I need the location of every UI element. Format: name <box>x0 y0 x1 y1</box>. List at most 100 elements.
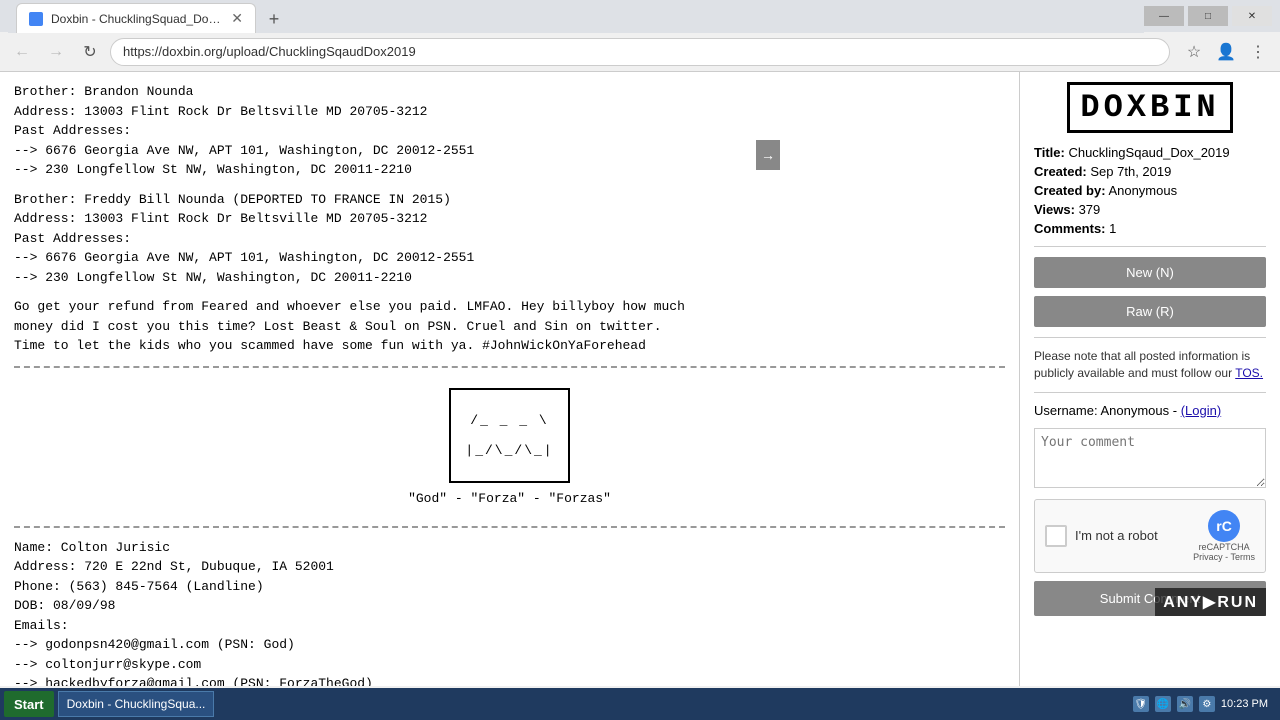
sidebar-collapse-button[interactable]: → <box>756 140 780 170</box>
brother1-line2: Address: 13003 Flint Rock Dr Beltsville … <box>14 102 1005 122</box>
public-note: Please note that all posted information … <box>1034 348 1266 382</box>
brother1-line4: --> 6676 Georgia Ave NW, APT 101, Washin… <box>14 141 1005 161</box>
close-button[interactable]: ✕ <box>1232 6 1272 26</box>
tab-title: Doxbin - ChucklingSquad_Dox_2019 <box>51 12 223 26</box>
message-line1: Go get your refund from Feared and whoev… <box>14 297 1005 317</box>
bookmark-button[interactable]: ☆ <box>1180 38 1208 66</box>
username-value: Anonymous <box>1100 403 1169 418</box>
bottom-divider <box>14 526 1005 528</box>
tab-close-button[interactable]: ✕ <box>231 10 243 27</box>
person-section: Name: Colton Jurisic Address: 720 E 22nd… <box>14 538 1005 687</box>
brother2-line3: Past Addresses: <box>14 229 1005 249</box>
maximize-button[interactable]: □ <box>1188 6 1228 26</box>
brother2-line4: --> 6676 Georgia Ave NW, APT 101, Washin… <box>14 248 1005 268</box>
brother2-line2: Address: 13003 Flint Rock Dr Beltsville … <box>14 209 1005 229</box>
submit-comment-button[interactable]: Submit Comment <box>1034 581 1266 616</box>
doxbin-logo: DOXBIN <box>1067 82 1232 133</box>
views-row: Views: 379 <box>1034 202 1266 217</box>
brother1-line5: --> 230 Longfellow St NW, Washington, DC… <box>14 160 1005 180</box>
person-line2: Phone: (563) 845-7564 (Landline) <box>14 577 1005 597</box>
ascii-art-box: /_ _ _ \ |_/\_/\_| <box>449 388 569 483</box>
recaptcha-widget[interactable]: I'm not a robot rC reCAPTCHA Privacy - T… <box>1034 499 1266 573</box>
created-label: Created: <box>1034 164 1087 179</box>
created-by-label: Created by: <box>1034 183 1106 198</box>
person-line3: DOB: 08/09/98 <box>14 596 1005 616</box>
system-clock: 10:23 PM <box>1221 698 1268 710</box>
ascii-label: "God" - "Forza" - "Forzas" <box>408 491 611 506</box>
more-options-button[interactable]: ⋮ <box>1244 38 1272 66</box>
back-button[interactable]: ← <box>8 38 36 66</box>
recaptcha-label: I'm not a robot <box>1075 528 1185 543</box>
brother1-section: Brother: Brandon Nounda Address: 13003 F… <box>14 82 1005 180</box>
meta-divider <box>1034 246 1266 247</box>
person-line7: --> hackedbyforza@gmail.com (PSN: ForzaT… <box>14 674 1005 686</box>
message-line2: money did I cost you this time? Lost Bea… <box>14 317 1005 337</box>
taskbar: Start Doxbin - ChucklingSqua... 🛡 🌐 🔊 ⚙ … <box>0 688 1280 720</box>
recaptcha-privacy: Privacy - Terms <box>1193 552 1255 562</box>
login-link[interactable]: (Login) <box>1181 403 1221 418</box>
title-value: ChucklingSqaud_Dox_2019 <box>1068 145 1229 160</box>
tray-icon-network: 🌐 <box>1155 696 1171 712</box>
recaptcha-logo-image: rC <box>1208 510 1240 542</box>
tab-favicon <box>29 12 43 26</box>
sidebar: DOXBIN Title: ChucklingSqaud_Dox_2019 Cr… <box>1020 72 1280 686</box>
brother2-line5: --> 230 Longfellow St NW, Washington, DC… <box>14 268 1005 288</box>
navigation-bar: ← → ↻ ☆ 👤 ⋮ <box>0 32 1280 72</box>
note-divider <box>1034 392 1266 393</box>
brother1-line3: Past Addresses: <box>14 121 1005 141</box>
profile-button[interactable]: 👤 <box>1212 38 1240 66</box>
browser-content: → Brother: Brandon Nounda Address: 13003… <box>0 72 1280 686</box>
document-metadata: Title: ChucklingSqaud_Dox_2019 Created: … <box>1034 145 1266 236</box>
comments-row: Comments: 1 <box>1034 221 1266 236</box>
raw-button[interactable]: Raw (R) <box>1034 296 1266 327</box>
new-tab-button[interactable]: + <box>260 5 288 33</box>
created-value: Sep 7th, 2019 <box>1090 164 1171 179</box>
forward-button[interactable]: → <box>42 38 70 66</box>
active-tab[interactable]: Doxbin - ChucklingSquad_Dox_2019 ✕ <box>16 3 256 33</box>
created-by-row: Created by: Anonymous <box>1034 183 1266 198</box>
person-line1: Address: 720 E 22nd St, Dubuque, IA 5200… <box>14 557 1005 577</box>
views-value: 379 <box>1079 202 1101 217</box>
recaptcha-brand: reCAPTCHA <box>1199 542 1250 552</box>
address-bar[interactable] <box>110 38 1170 66</box>
message-section: Go get your refund from Feared and whoev… <box>14 297 1005 356</box>
person-line6: --> coltonjurr@skype.com <box>14 655 1005 675</box>
recaptcha-logo: rC reCAPTCHA Privacy - Terms <box>1193 510 1255 562</box>
top-divider <box>14 366 1005 368</box>
comment-textarea[interactable] <box>1034 428 1266 488</box>
logo-container: DOXBIN <box>1034 82 1266 133</box>
title-row: Title: ChucklingSqaud_Dox_2019 <box>1034 145 1266 160</box>
username-label: Username: <box>1034 403 1098 418</box>
brother2-section: Brother: Freddy Bill Nounda (DEPORTED TO… <box>14 190 1005 288</box>
system-tray: 🛡 🌐 🔊 ⚙ 10:23 PM <box>1125 696 1276 712</box>
start-button[interactable]: Start <box>4 691 54 717</box>
username-row: Username: Anonymous - (Login) <box>1034 403 1266 418</box>
new-button[interactable]: New (N) <box>1034 257 1266 288</box>
brother1-line1: Brother: Brandon Nounda <box>14 82 1005 102</box>
recaptcha-checkbox[interactable] <box>1045 525 1067 547</box>
btn-divider <box>1034 337 1266 338</box>
message-line3: Time to let the kids who you scammed hav… <box>14 336 1005 356</box>
views-label: Views: <box>1034 202 1075 217</box>
refresh-button[interactable]: ↻ <box>76 38 104 66</box>
created-row: Created: Sep 7th, 2019 <box>1034 164 1266 179</box>
note-text: Please note that all posted information … <box>1034 349 1250 380</box>
tray-icon-misc: ⚙ <box>1199 696 1215 712</box>
main-content-area: Brother: Brandon Nounda Address: 13003 F… <box>0 72 1020 686</box>
brother2-line1: Brother: Freddy Bill Nounda (DEPORTED TO… <box>14 190 1005 210</box>
ascii-art-section: /_ _ _ \ |_/\_/\_| "God" - "Forza" - "Fo… <box>14 378 1005 516</box>
tray-icon-security: 🛡 <box>1133 696 1149 712</box>
title-bar: Doxbin - ChucklingSquad_Dox_2019 ✕ + — □… <box>0 0 1280 32</box>
person-line4: Emails: <box>14 616 1005 636</box>
title-label: Title: <box>1034 145 1065 160</box>
taskbar-items: Doxbin - ChucklingSqua... <box>58 691 1125 717</box>
person-line0: Name: Colton Jurisic <box>14 538 1005 558</box>
tray-icon-volume: 🔊 <box>1177 696 1193 712</box>
window-controls: — □ ✕ <box>1144 6 1272 26</box>
comments-label: Comments: <box>1034 221 1106 236</box>
person-line5: --> godonpsn420@gmail.com (PSN: God) <box>14 635 1005 655</box>
minimize-button[interactable]: — <box>1144 6 1184 26</box>
created-by-value: Anonymous <box>1108 183 1177 198</box>
tos-link[interactable]: TOS. <box>1235 366 1263 380</box>
taskbar-window-item[interactable]: Doxbin - ChucklingSqua... <box>58 691 215 717</box>
